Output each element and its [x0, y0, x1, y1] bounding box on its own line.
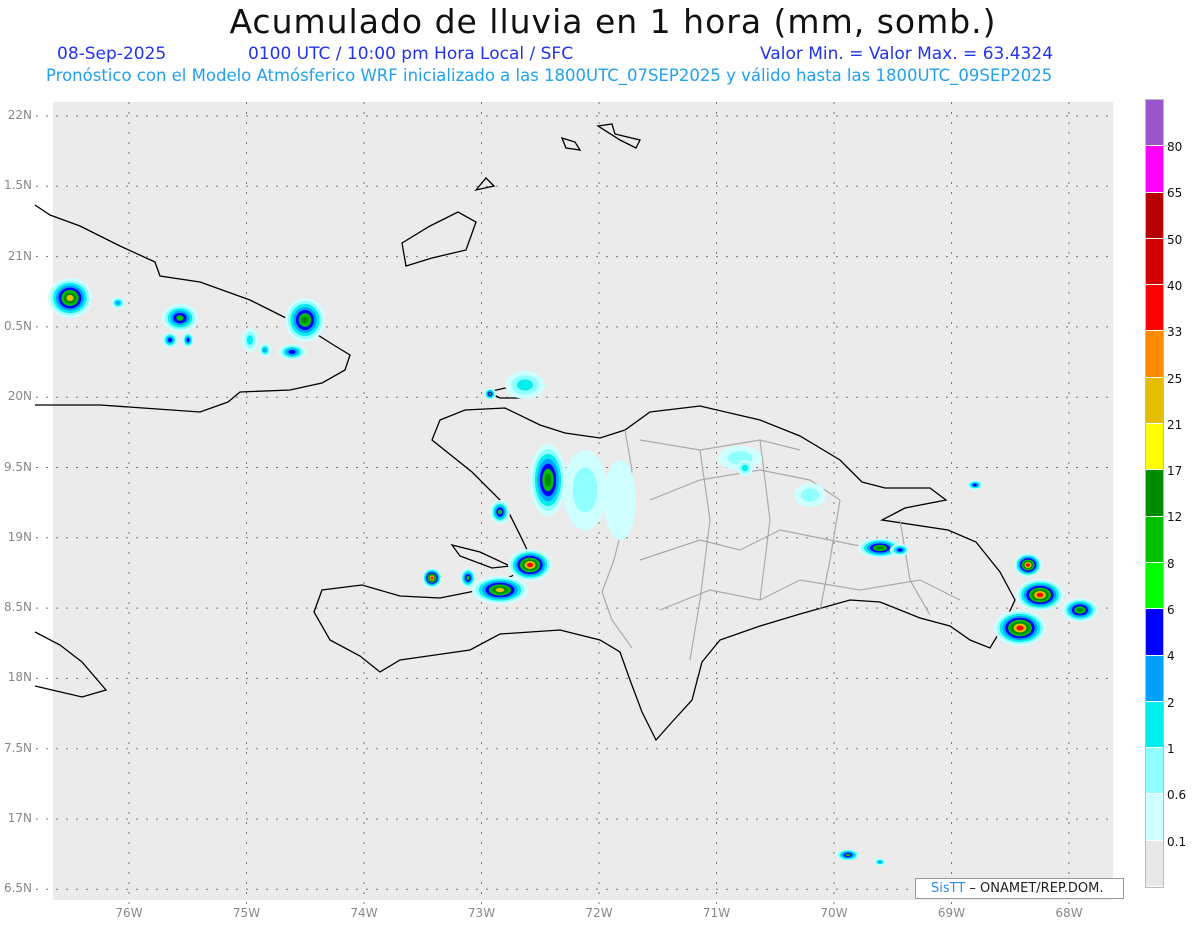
colorbar-swatch — [1146, 100, 1163, 147]
lon-label: 70W — [820, 906, 848, 920]
colorbar-swatch — [1146, 840, 1163, 888]
rain-contour — [488, 392, 492, 396]
rain-contour — [741, 464, 749, 472]
colorbar-label: 12 — [1167, 510, 1183, 525]
lat-label: 22N — [7, 108, 32, 122]
colorbar-label: 40 — [1167, 278, 1183, 293]
lon-label: 68W — [1055, 906, 1083, 920]
rain-contour — [168, 338, 172, 342]
colorbar — [1145, 99, 1164, 889]
lon-label: 71W — [702, 906, 731, 920]
colorbar-swatch — [1146, 562, 1163, 610]
colorbar-label: 25 — [1167, 371, 1183, 386]
colorbar-label: 50 — [1167, 232, 1183, 247]
colorbar-label: 6 — [1167, 603, 1175, 617]
colorbar-swatch — [1146, 331, 1163, 378]
rain-contour — [246, 335, 254, 345]
rain-contour — [878, 860, 882, 864]
rain-contour — [526, 562, 534, 568]
rain-contour — [430, 576, 434, 580]
colorbar-swatch — [1146, 424, 1163, 471]
lon-label: 75W — [232, 906, 261, 920]
lat-label: 20N — [7, 389, 32, 404]
colorbar-swatch — [1146, 609, 1163, 656]
rain-contour — [544, 473, 552, 487]
colorbar-label: 4 — [1167, 649, 1175, 664]
credit-box: SisTT – ONAMET/REP.DOM. — [915, 878, 1124, 899]
credit-text: – ONAMET/REP.DOM. — [965, 881, 1104, 896]
rain-contour — [1026, 563, 1030, 567]
rain-map — [34, 102, 1113, 905]
lat-label: 0.5N — [3, 318, 32, 333]
sispi-logo: SisTT — [931, 881, 966, 896]
colorbar-swatch — [1146, 470, 1163, 517]
colorbar-swatch — [1146, 192, 1163, 239]
rain-contour — [497, 509, 503, 515]
rain-contour — [466, 575, 470, 581]
lat-label: 9.5N — [3, 459, 32, 474]
colorbar-label: 21 — [1167, 417, 1183, 432]
colorbar-label: 0.1 — [1167, 834, 1187, 849]
colorbar-swatch — [1146, 377, 1163, 425]
lat-label: 8.5N — [3, 600, 32, 615]
rain-contour — [301, 316, 309, 324]
colorbar-label: 17 — [1167, 464, 1183, 479]
rain-contour — [1036, 592, 1044, 598]
lon-label: 74W — [350, 906, 378, 920]
rain-contour — [973, 483, 977, 487]
colorbar-swatch — [1146, 238, 1163, 286]
colorbar-swatch — [1146, 701, 1163, 749]
lat-label: 18N — [7, 670, 32, 685]
lon-label: 69W — [937, 906, 966, 920]
lon-label: 73W — [467, 906, 496, 920]
rain-contour — [845, 853, 851, 857]
colorbar-label: 33 — [1167, 325, 1183, 340]
lat-label: 17N — [7, 811, 32, 825]
lat-label: 19N — [7, 529, 32, 544]
rain-contour — [800, 488, 820, 502]
lat-label: 1.5N — [3, 178, 32, 193]
lat-label: 7.5N — [3, 740, 32, 755]
rain-contour — [263, 347, 267, 353]
rain-contour — [66, 294, 74, 302]
rain-contour — [897, 548, 903, 552]
lon-label: 72W — [585, 906, 613, 920]
rain-contour — [604, 460, 636, 540]
colorbar-label: 65 — [1167, 186, 1183, 201]
rain-contour — [517, 379, 533, 391]
rain-contour — [495, 587, 505, 593]
lat-label: 21N — [7, 248, 32, 263]
colorbar-label: 80 — [1167, 140, 1183, 154]
lat-label: 6.5N — [3, 881, 32, 896]
colorbar-label: 2 — [1167, 695, 1175, 710]
colorbar-swatch — [1146, 516, 1163, 563]
rain-contour — [876, 546, 884, 550]
colorbar-swatch — [1146, 655, 1163, 702]
colorbar-swatch — [1146, 794, 1163, 841]
rain-contour — [176, 315, 184, 321]
rain-contour — [115, 301, 121, 305]
colorbar-swatch — [1146, 146, 1163, 193]
colorbar-label: 8 — [1167, 556, 1175, 571]
rain-contour — [1076, 607, 1084, 613]
rain-contour — [186, 338, 190, 342]
rain-contour — [288, 350, 296, 354]
lon-label: 76W — [115, 906, 143, 920]
colorbar-label: 1 — [1167, 741, 1175, 756]
colorbar-label: 0.6 — [1167, 788, 1187, 803]
rain-contour — [1016, 625, 1024, 631]
rain-contour — [572, 467, 598, 513]
colorbar-swatch — [1146, 285, 1163, 332]
colorbar-swatch — [1146, 748, 1163, 795]
